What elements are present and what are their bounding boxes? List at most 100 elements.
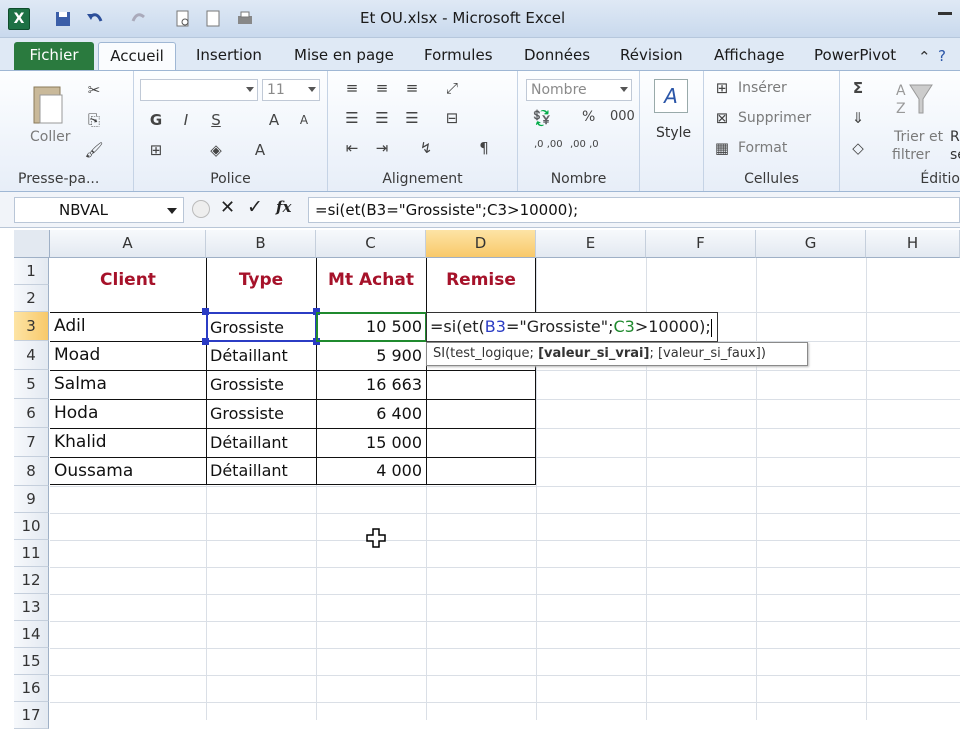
fill-icon[interactable]: ⇓: [848, 109, 868, 127]
select-all-button[interactable]: [14, 230, 50, 258]
tab-revision[interactable]: Révision: [610, 42, 693, 70]
underline-button[interactable]: S: [206, 111, 226, 129]
sort-filter-icon[interactable]: AZ: [894, 79, 934, 119]
paste-icon[interactable]: [30, 81, 66, 127]
tab-mise-en-page[interactable]: Mise en page: [284, 42, 404, 70]
delete-cells-icon[interactable]: ⊠: [712, 109, 732, 127]
column-header-g[interactable]: G: [756, 230, 866, 258]
increase-decimal-button[interactable]: ,0 ,00: [534, 139, 563, 150]
cell-a8[interactable]: Oussama: [54, 457, 133, 485]
cell-c4[interactable]: 5 900: [316, 342, 422, 370]
row-header-12[interactable]: 12: [14, 567, 49, 594]
cell-b8[interactable]: Détaillant: [210, 457, 288, 485]
cell-a5[interactable]: Salma: [54, 370, 107, 398]
tab-fichier[interactable]: Fichier: [14, 42, 94, 70]
cell-c6[interactable]: 6 400: [316, 400, 422, 428]
sum-icon[interactable]: Σ: [848, 79, 868, 97]
find-label-1[interactable]: R: [950, 129, 960, 145]
print-preview-icon[interactable]: [172, 8, 194, 30]
row-header-8[interactable]: 8: [14, 457, 49, 486]
insert-cells-icon[interactable]: ⊞: [712, 79, 732, 97]
save-icon[interactable]: [52, 8, 74, 30]
orientation-icon[interactable]: ⤢: [442, 79, 462, 97]
tab-insertion[interactable]: Insertion: [186, 42, 272, 70]
undo-icon[interactable]: [84, 8, 106, 30]
header-type[interactable]: Type: [206, 270, 316, 290]
percent-button[interactable]: %: [582, 109, 595, 125]
align-middle-icon[interactable]: ≡: [372, 79, 392, 97]
decrease-decimal-button[interactable]: ,00 ,0: [570, 139, 599, 150]
thousands-button[interactable]: 000: [610, 109, 635, 124]
column-header-d[interactable]: D: [426, 230, 536, 258]
copy-icon[interactable]: ⎘: [84, 111, 104, 129]
style-button[interactable]: Style: [656, 125, 691, 141]
delete-button[interactable]: Supprimer: [738, 110, 811, 126]
tab-powerpivot[interactable]: PowerPivot: [804, 42, 906, 70]
enter-icon[interactable]: ✓: [247, 196, 263, 218]
cell-b4[interactable]: Détaillant: [210, 342, 288, 370]
column-header-a[interactable]: A: [50, 230, 206, 258]
currency-icon[interactable]: 💱: [532, 109, 552, 127]
function-tooltip[interactable]: SI(test_logique; [valeur_si_vrai]; [vale…: [426, 342, 808, 366]
font-name-combo[interactable]: [140, 79, 258, 101]
range-handle[interactable]: [202, 308, 209, 315]
paste-button[interactable]: Coller: [30, 129, 71, 145]
cell-a6[interactable]: Hoda: [54, 399, 98, 427]
column-header-h[interactable]: H: [866, 230, 960, 258]
align-center-icon[interactable]: ☰: [372, 109, 392, 127]
format-button[interactable]: Format: [738, 140, 787, 156]
row-header-4[interactable]: 4: [14, 341, 49, 370]
row-header-1[interactable]: 1: [14, 258, 49, 285]
excel-logo-icon[interactable]: X: [8, 8, 30, 30]
find-label-2[interactable]: se: [950, 147, 960, 163]
shrink-font-icon[interactable]: A: [294, 111, 314, 129]
header-client[interactable]: Client: [50, 270, 206, 290]
caret-up-icon[interactable]: ⌃: [918, 48, 931, 66]
header-mt-achat[interactable]: Mt Achat: [316, 270, 426, 290]
formula-input[interactable]: =si(et(B3="Grossiste";C3>10000);: [308, 197, 960, 223]
row-header-11[interactable]: 11: [14, 540, 49, 567]
column-header-f[interactable]: F: [646, 230, 756, 258]
align-bottom-icon[interactable]: ≡: [402, 79, 422, 97]
cell-c5[interactable]: 16 663: [316, 371, 422, 399]
cell-b5[interactable]: Grossiste: [210, 371, 284, 399]
cell-a4[interactable]: Moad: [54, 341, 100, 369]
format-painter-icon[interactable]: 🖌: [84, 141, 104, 159]
fill-color-icon[interactable]: ◈: [206, 141, 226, 159]
name-box[interactable]: NBVAL: [14, 197, 184, 223]
sort-filter-label-2[interactable]: filtrer: [892, 147, 930, 163]
tab-accueil[interactable]: Accueil: [98, 42, 176, 70]
row-header-10[interactable]: 10: [14, 513, 49, 540]
cell-c7[interactable]: 15 000: [316, 429, 422, 457]
spreadsheet-grid[interactable]: A B C D E F G H 1 2 3 4 5 6 7 8 9 10 11 …: [0, 228, 960, 729]
merge-center-icon[interactable]: ⊟: [442, 109, 462, 127]
grow-font-icon[interactable]: A: [264, 111, 284, 129]
row-header-15[interactable]: 15: [14, 648, 49, 675]
align-top-icon[interactable]: ≡: [342, 79, 362, 97]
row-header-5[interactable]: 5: [14, 370, 49, 399]
cell-c8[interactable]: 4 000: [316, 457, 422, 485]
number-format-combo[interactable]: Nombre: [526, 79, 632, 101]
text-direction-icon[interactable]: ↯: [416, 139, 436, 157]
minimize-button[interactable]: [938, 12, 952, 15]
print-icon[interactable]: [234, 8, 256, 30]
increase-indent-icon[interactable]: ⇥: [372, 139, 392, 157]
row-header-16[interactable]: 16: [14, 675, 49, 702]
row-header-17[interactable]: 17: [14, 702, 49, 729]
row-header-13[interactable]: 13: [14, 594, 49, 621]
row-header-6[interactable]: 6: [14, 399, 49, 428]
clear-icon[interactable]: ◇: [848, 139, 868, 157]
row-header-7[interactable]: 7: [14, 428, 49, 457]
tab-formules[interactable]: Formules: [414, 42, 503, 70]
column-header-b[interactable]: B: [206, 230, 316, 258]
row-header-9[interactable]: 9: [14, 486, 49, 513]
row-header-3[interactable]: 3: [14, 312, 49, 341]
cell-b7[interactable]: Détaillant: [210, 429, 288, 457]
column-header-c[interactable]: C: [316, 230, 426, 258]
cut-icon[interactable]: ✂: [84, 81, 104, 99]
insert-function-button[interactable]: fx: [276, 198, 291, 216]
help-icon[interactable]: ?: [938, 47, 946, 65]
style-icon[interactable]: A: [654, 79, 688, 113]
header-remise[interactable]: Remise: [426, 270, 536, 290]
insert-button[interactable]: Insérer: [738, 80, 787, 96]
